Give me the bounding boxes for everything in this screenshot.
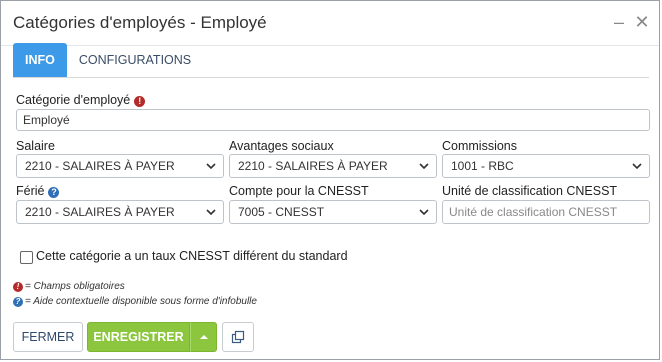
- ferie-label-text: Férié: [16, 184, 45, 198]
- chevron-down-icon: [206, 209, 216, 216]
- compte-cnesst-label: Compte pour la CNESST: [229, 184, 369, 198]
- compte-cnesst-select-value: 7005 - CNESST: [238, 205, 325, 219]
- ferie-select-value: 2210 - SALAIRES À PAYER: [25, 205, 175, 219]
- close-button[interactable]: ✕: [632, 11, 652, 33]
- help-icon[interactable]: ?: [48, 187, 60, 198]
- avantages-select[interactable]: 2210 - SALAIRES À PAYER: [229, 154, 437, 178]
- ferie-label: Férié?: [16, 184, 60, 198]
- legend-required: ! = Champs obligatoires: [13, 281, 125, 292]
- required-icon: !: [134, 96, 146, 107]
- window-title: Catégories d'employés - Employé: [13, 13, 267, 32]
- tab-bar: INFO CONFIGURATIONS: [13, 43, 203, 77]
- unite-cnesst-label: Unité de classification CNESST: [442, 184, 618, 198]
- commissions-select-value: 1001 - RBC: [451, 159, 514, 173]
- chevron-down-icon: [632, 163, 642, 170]
- legend-help-text: = Aide contextuelle disponible sous form…: [25, 296, 257, 307]
- exclamation-circle-icon: !: [13, 282, 23, 292]
- taux-cnesst-checkbox[interactable]: [20, 251, 33, 264]
- taux-cnesst-checkbox-label[interactable]: Cette catégorie a un taux CNESST différe…: [36, 249, 348, 263]
- fermer-button[interactable]: FERMER: [13, 322, 83, 352]
- unite-cnesst-input[interactable]: Unité de classification CNESST: [442, 200, 650, 224]
- chevron-down-icon: [419, 209, 429, 216]
- tab-divider: [13, 77, 649, 78]
- salaire-select[interactable]: 2210 - SALAIRES À PAYER: [16, 154, 224, 178]
- legend-help: ? = Aide contextuelle disponible sous for…: [13, 296, 257, 307]
- compte-cnesst-select[interactable]: 7005 - CNESST: [229, 200, 437, 224]
- dialog-window: Catégories d'employés - Employé – ✕ INFO…: [0, 0, 660, 360]
- title-bar: Catégories d'employés - Employé – ✕: [1, 1, 659, 46]
- commissions-select[interactable]: 1001 - RBC: [442, 154, 650, 178]
- avantages-label: Avantages sociaux: [229, 139, 334, 153]
- salaire-select-value: 2210 - SALAIRES À PAYER: [25, 159, 175, 173]
- salaire-label: Salaire: [16, 139, 55, 153]
- tab-configurations[interactable]: CONFIGURATIONS: [67, 43, 203, 77]
- avantages-select-value: 2210 - SALAIRES À PAYER: [238, 159, 388, 173]
- categorie-label: Catégorie d'employé!: [16, 93, 146, 107]
- copy-button[interactable]: [222, 322, 254, 352]
- categorie-input[interactable]: Employé: [16, 109, 650, 131]
- chevron-down-icon: [206, 163, 216, 170]
- categorie-label-text: Catégorie d'employé: [16, 93, 131, 107]
- tab-info[interactable]: INFO: [13, 43, 67, 77]
- copy-icon: [231, 330, 245, 344]
- question-circle-icon: ?: [13, 297, 23, 307]
- commissions-label: Commissions: [442, 139, 518, 153]
- enregistrer-button[interactable]: ENREGISTRER: [87, 322, 190, 352]
- chevron-down-icon: [419, 163, 429, 170]
- legend-required-text: = Champs obligatoires: [25, 281, 125, 292]
- caret-up-icon: [199, 335, 208, 339]
- minimize-button[interactable]: –: [609, 11, 629, 33]
- ferie-select[interactable]: 2210 - SALAIRES À PAYER: [16, 200, 224, 224]
- save-options-button[interactable]: [190, 322, 217, 352]
